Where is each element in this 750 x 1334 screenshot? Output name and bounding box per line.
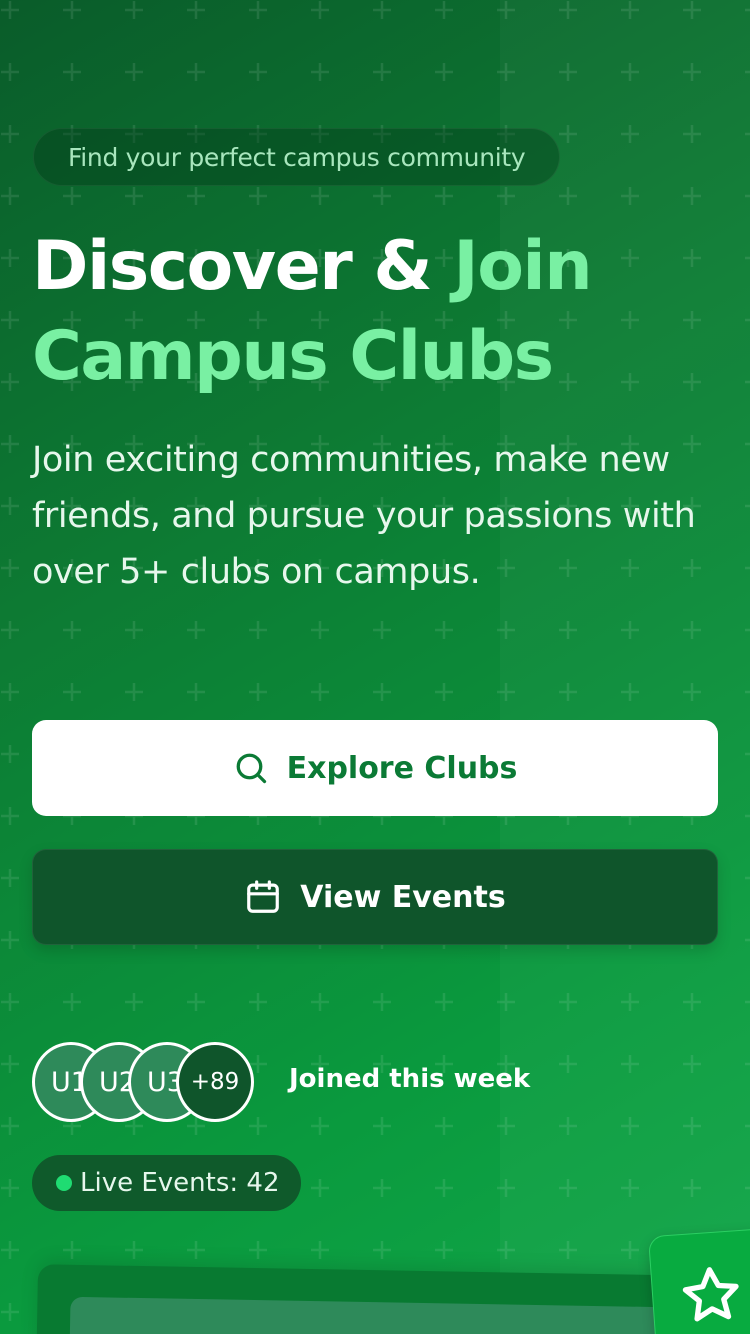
view-events-label: View Events bbox=[300, 879, 506, 915]
floating-star-badge[interactable] bbox=[647, 1227, 750, 1334]
joined-label: Joined this week bbox=[289, 1064, 531, 1094]
tagline-pill: Find your perfect campus community bbox=[33, 128, 561, 186]
calendar-icon bbox=[247, 880, 280, 913]
view-events-button[interactable]: View Events bbox=[32, 849, 718, 945]
title-main: Discover & bbox=[32, 227, 454, 306]
member-avatars: U1 U2 U3 +89 bbox=[32, 1042, 254, 1122]
more-members-badge: +89 bbox=[176, 1042, 254, 1122]
preview-card-content bbox=[69, 1296, 671, 1334]
hero-description: Join exciting communities, make new frie… bbox=[32, 440, 696, 592]
preview-card bbox=[36, 1264, 698, 1334]
explore-clubs-label: Explore Clubs bbox=[286, 750, 518, 786]
live-indicator-icon bbox=[56, 1175, 72, 1191]
page-title: Discover & Join Campus Clubs bbox=[32, 222, 732, 402]
explore-clubs-button[interactable]: Explore Clubs bbox=[32, 720, 718, 816]
search-icon bbox=[236, 753, 266, 784]
live-events-label: Live Events: 42 bbox=[80, 1168, 280, 1198]
live-events-badge: Live Events: 42 bbox=[32, 1155, 301, 1211]
star-icon bbox=[682, 1267, 739, 1322]
background-sheen bbox=[500, 0, 750, 1334]
